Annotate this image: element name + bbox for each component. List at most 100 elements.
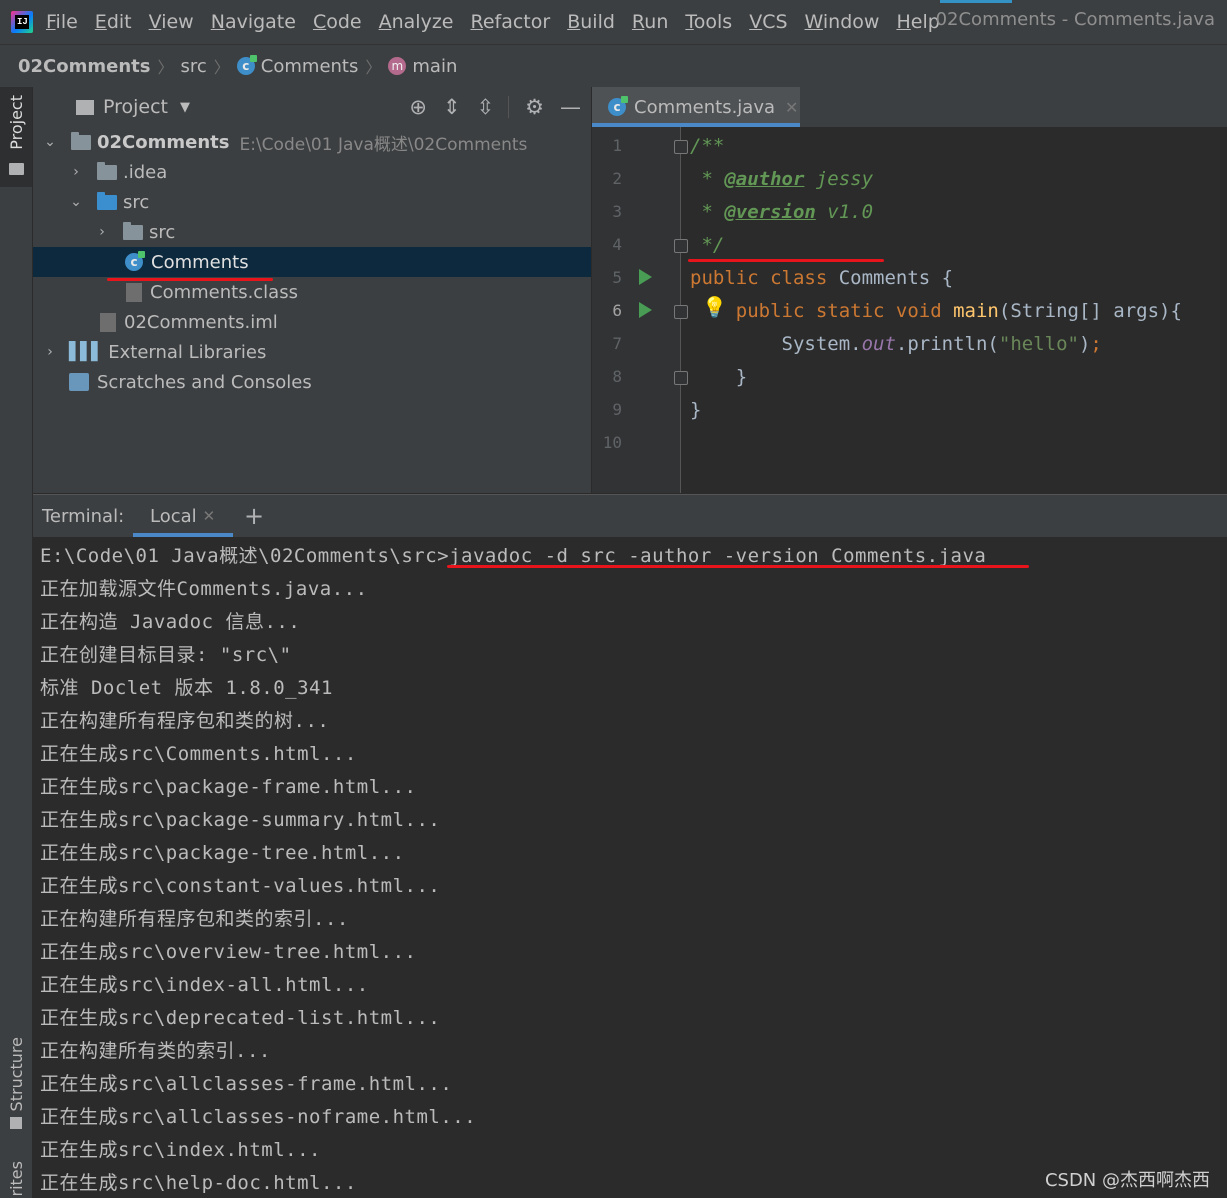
terminal-panel: Terminal: Local ✕ + E:\Code\01 Java概述\02… <box>33 494 1227 1198</box>
breadcrumb-src[interactable]: src <box>181 56 207 77</box>
terminal-line: 正在生成src\index-all.html... <box>40 974 369 996</box>
module-file-icon <box>100 312 116 332</box>
expand-all-icon[interactable]: ⇕ <box>443 95 461 119</box>
class-icon: c <box>125 251 145 271</box>
project-panel-header: Project ▼ ⊕ ⇕ ⇳ ⚙ — <box>33 87 591 127</box>
menu-build[interactable]: Build <box>567 11 615 33</box>
code-token: v1.0 <box>815 201 874 223</box>
line-number: 8 <box>612 367 622 386</box>
add-tab-icon[interactable]: + <box>244 502 264 530</box>
breadcrumb-project[interactable]: 02Comments <box>18 56 150 77</box>
run-icon[interactable] <box>639 269 652 285</box>
tree-item-label: Comments <box>151 251 249 273</box>
breadcrumb-separator-icon: 〉 <box>213 58 230 77</box>
breadcrumb-separator-icon: 〉 <box>157 58 174 77</box>
hide-panel-icon[interactable]: — <box>560 95 581 119</box>
menu-run[interactable]: Run <box>632 11 668 33</box>
terminal-line: 正在生成src\allclasses-noframe.html... <box>40 1106 477 1128</box>
menu-code[interactable]: Code <box>313 11 362 33</box>
chevron-right-icon[interactable]: › <box>67 164 85 180</box>
terminal-line: 正在构造 Javadoc 信息... <box>40 611 301 633</box>
code-editor: c Comments.java ✕ 1 2 3 4 5 6 7 8 9 10 /… <box>592 87 1227 493</box>
tree-item-label: src <box>123 191 150 213</box>
navigation-breadcrumb: 02Comments 〉 src 〉 c Comments 〉 m main <box>0 44 1227 88</box>
fold-icon[interactable] <box>674 239 688 253</box>
terminal-line: 正在构建所有类的索引... <box>40 1040 271 1062</box>
tree-item-label: .idea <box>123 161 168 183</box>
project-view-icon <box>76 99 94 115</box>
tree-item-comments[interactable]: c Comments <box>33 247 591 277</box>
terminal-line: 正在生成src\allclasses-frame.html... <box>40 1073 453 1095</box>
terminal-line: E:\Code\01 Java概述\02Comments\src>javadoc… <box>40 545 987 567</box>
menu-tools[interactable]: Tools <box>685 11 732 33</box>
dropdown-arrow-icon[interactable]: ▼ <box>180 100 190 115</box>
code-line-5: public class Comments { <box>690 267 953 289</box>
code-token: System. <box>690 333 862 355</box>
fold-icon[interactable] <box>674 140 688 154</box>
menu-file[interactable]: File <box>46 11 78 33</box>
menu-analyze[interactable]: Analyze <box>379 11 454 33</box>
project-panel: Project ▼ ⊕ ⇕ ⇳ ⚙ — ⌄ 02Comments E:\Code… <box>33 87 591 493</box>
editor-tab-bar: c Comments.java ✕ <box>592 87 1227 127</box>
project-view-title[interactable]: Project <box>103 96 168 118</box>
terminal-tab-local[interactable]: Local ✕ <box>135 495 231 537</box>
favorites-tool-label[interactable]: rites <box>7 1161 26 1196</box>
tree-item-iml[interactable]: 02Comments.iml <box>33 307 591 337</box>
tree-item-label: Scratches and Consoles <box>97 371 312 393</box>
source-folder-icon <box>97 191 117 210</box>
line-number: 9 <box>612 400 622 419</box>
chevron-right-icon[interactable]: › <box>41 344 59 360</box>
terminal-line: 正在加载源文件Comments.java... <box>40 578 368 600</box>
close-icon[interactable]: ✕ <box>203 507 216 525</box>
code-token-doctag: @version <box>724 201 816 223</box>
folder-icon <box>71 131 91 150</box>
editor-tab-comments-java[interactable]: c Comments.java ✕ <box>592 87 800 127</box>
tree-item-comments-class[interactable]: Comments.class <box>33 277 591 307</box>
tree-item-src-sub[interactable]: › src <box>33 217 591 247</box>
breadcrumb-class[interactable]: c Comments <box>236 55 358 77</box>
code-token-string: "hello" <box>998 333 1079 355</box>
breadcrumb-method-label: main <box>412 55 458 77</box>
scratches-icon <box>69 373 89 391</box>
line-number: 6 <box>612 301 622 320</box>
locate-icon[interactable]: ⊕ <box>409 95 427 119</box>
menu-help[interactable]: Help <box>896 11 939 33</box>
tree-item-idea[interactable]: › .idea <box>33 157 591 187</box>
code-token: ; <box>1090 333 1102 355</box>
menu-navigate[interactable]: Navigate <box>211 11 296 33</box>
line-number: 4 <box>612 235 622 254</box>
fold-icon[interactable] <box>674 305 688 319</box>
chevron-down-icon[interactable]: ⌄ <box>67 194 85 210</box>
menu-refactor[interactable]: Refactor <box>470 11 550 33</box>
gear-icon[interactable]: ⚙ <box>525 95 544 119</box>
tree-item-src-root[interactable]: ⌄ src <box>33 187 591 217</box>
structure-tool-label[interactable]: Structure <box>7 1037 26 1111</box>
menu-vcs[interactable]: VCS <box>749 11 787 33</box>
terminal-tab-label: Local <box>150 505 197 527</box>
toolbar-divider <box>508 96 510 118</box>
run-icon[interactable] <box>639 302 652 318</box>
code-token-doctag: @author <box>724 168 805 190</box>
code-token-field: out <box>861 333 896 355</box>
menu-window[interactable]: Window <box>805 11 880 33</box>
breadcrumb-separator-icon: 〉 <box>365 58 382 77</box>
tree-item-project-root[interactable]: ⌄ 02Comments E:\Code\01 Java概述\02Comment… <box>33 127 591 157</box>
code-line-6: public static void main(String[] args){ <box>690 300 1182 322</box>
tree-item-scratches[interactable]: Scratches and Consoles <box>33 367 591 397</box>
tree-item-external-libraries[interactable]: › ▌▌▌ External Libraries <box>33 337 591 367</box>
chevron-right-icon[interactable]: › <box>93 224 111 240</box>
code-token: Comments { <box>827 267 954 289</box>
menu-edit[interactable]: Edit <box>95 11 132 33</box>
collapse-all-icon[interactable]: ⇳ <box>477 95 495 119</box>
project-tool-button[interactable]: Project <box>0 87 32 187</box>
intellij-logo-icon: IJ <box>11 11 33 33</box>
code-line-4: */ <box>690 234 725 256</box>
close-icon[interactable]: ✕ <box>785 98 798 117</box>
fold-icon[interactable] <box>674 371 688 385</box>
terminal-line: 正在生成src\Comments.html... <box>40 743 357 765</box>
chevron-down-icon[interactable]: ⌄ <box>41 134 59 150</box>
breadcrumb-method[interactable]: m main <box>388 56 457 77</box>
menu-view[interactable]: View <box>149 11 194 33</box>
annotation-underline <box>447 565 1029 568</box>
line-number: 2 <box>612 169 622 188</box>
